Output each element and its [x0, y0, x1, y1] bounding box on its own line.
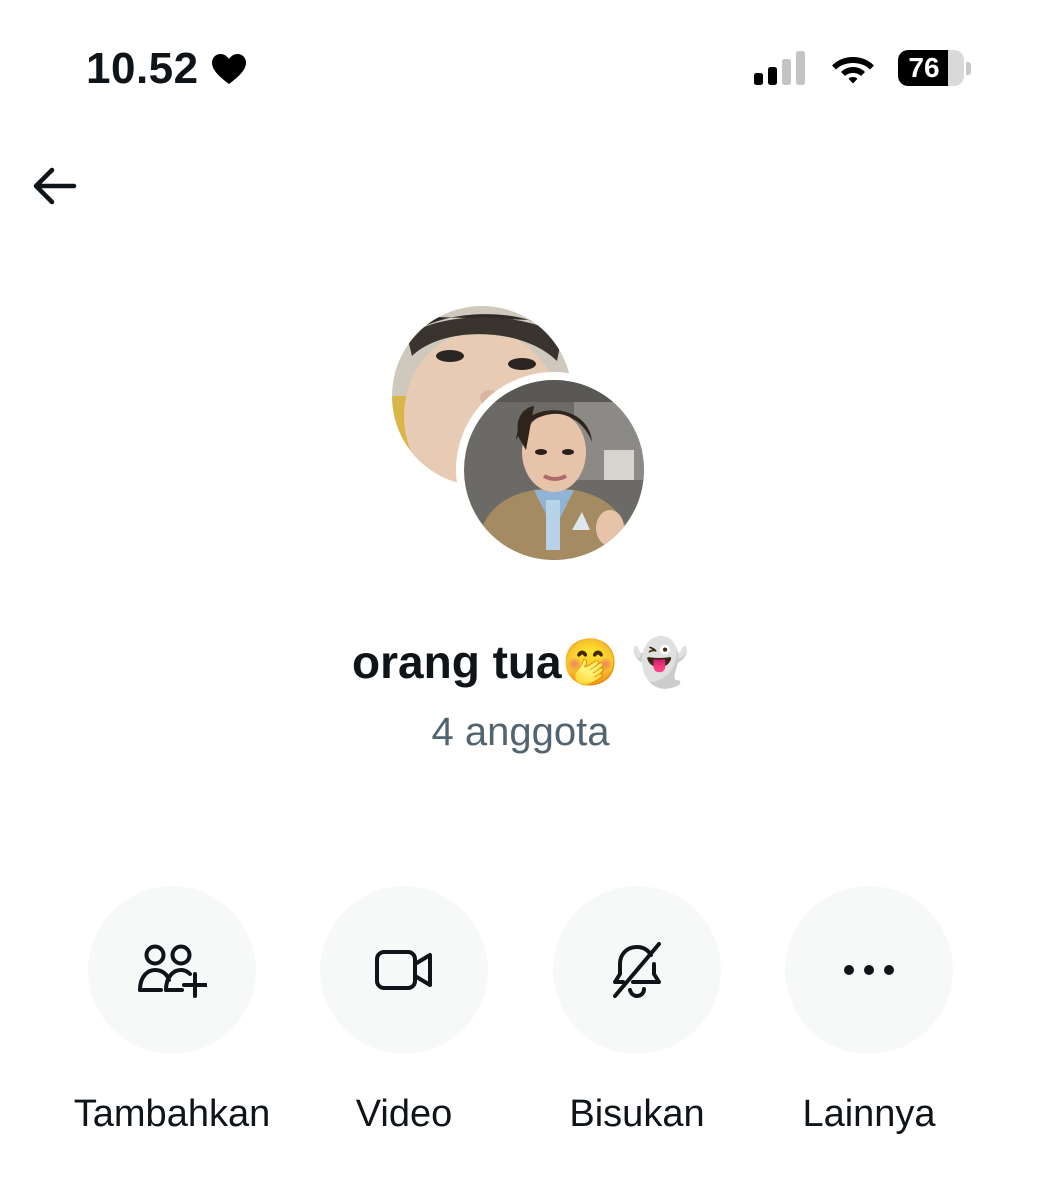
bell-off-icon — [613, 942, 661, 999]
video-button-circle[interactable] — [320, 886, 488, 1054]
mute-button-circle[interactable] — [553, 886, 721, 1054]
battery-cap — [966, 61, 971, 75]
video-label: Video — [355, 1093, 453, 1135]
more-button[interactable]: Lainnya — [753, 886, 985, 1138]
battery-level: 76 — [908, 52, 940, 83]
status-time: 10.52 — [86, 44, 199, 93]
avatar-member-2-image — [464, 380, 644, 560]
more-label: Lainnya — [802, 1093, 936, 1135]
more-button-circle[interactable] — [785, 886, 953, 1054]
video-camera-icon — [375, 950, 432, 990]
wifi-icon — [832, 57, 874, 84]
signal-icon — [754, 51, 805, 85]
add-people-button-circle[interactable] — [88, 886, 256, 1054]
group-avatar-stack[interactable] — [392, 306, 652, 568]
mute-label: Bisukan — [569, 1093, 705, 1135]
group-name: orang tua🤭 👻 — [352, 636, 689, 688]
mute-button[interactable]: Bisukan — [521, 886, 753, 1138]
add-people-label: Tambahkan — [73, 1093, 271, 1135]
status-bar: 10.52 76 — [0, 0, 1041, 140]
battery-body: 76 — [898, 50, 964, 86]
back-button[interactable] — [22, 156, 86, 216]
more-dots-icon — [844, 965, 894, 975]
arrow-left-icon — [33, 167, 77, 205]
status-time-group: 10.52 — [86, 44, 247, 94]
add-people-button[interactable]: Tambahkan — [56, 886, 288, 1138]
battery-icon: 76 — [898, 50, 971, 86]
member-count[interactable]: 4 anggota — [0, 706, 1041, 758]
status-indicators: 76 — [754, 50, 971, 86]
avatar-member-2 — [456, 372, 652, 568]
video-button[interactable]: Video — [288, 886, 520, 1138]
heart-icon — [211, 53, 247, 85]
add-people-icon — [138, 944, 207, 998]
